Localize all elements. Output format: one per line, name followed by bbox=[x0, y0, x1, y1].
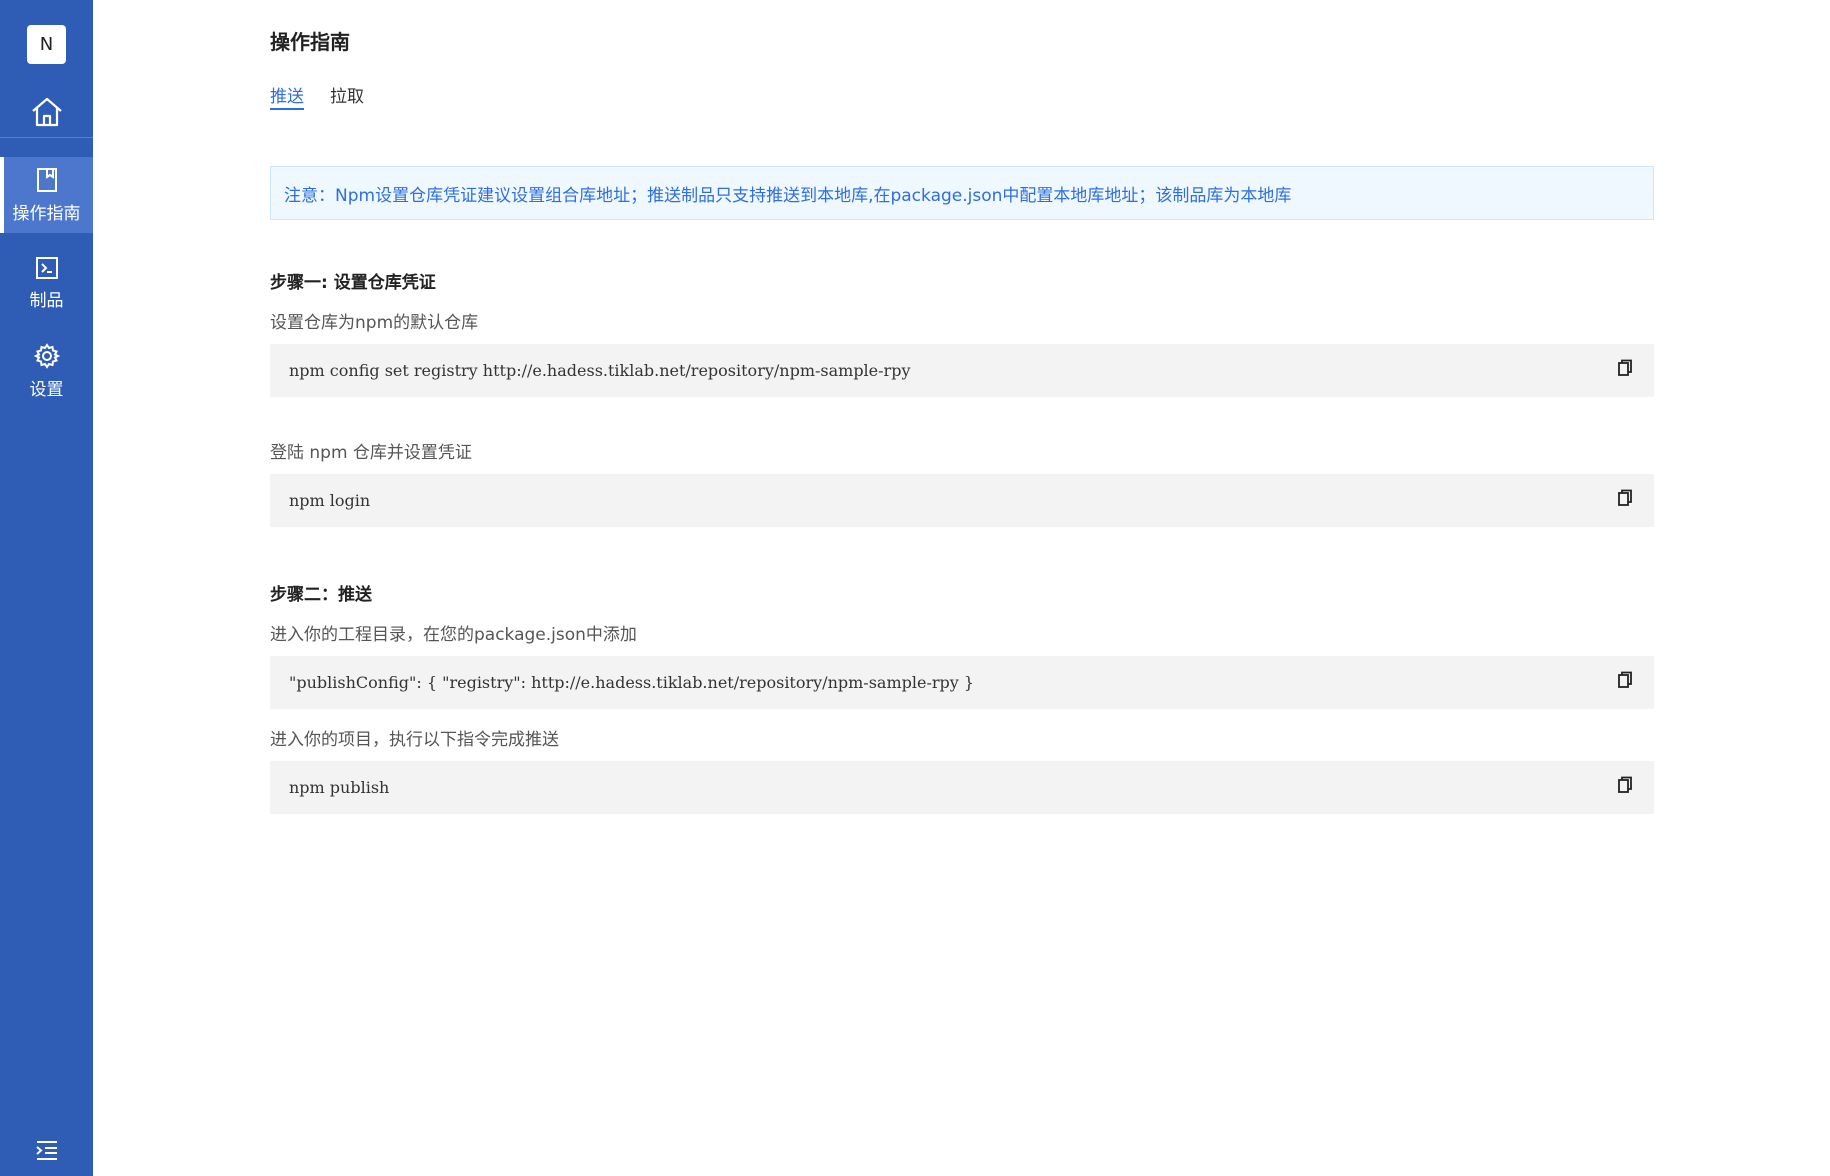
sidebar-item-label: 制品 bbox=[29, 290, 64, 311]
menu-collapse-icon bbox=[35, 1141, 57, 1160]
code-block-registry: npm config set registry http://e.hadess.… bbox=[270, 344, 1654, 397]
step1-desc-login: 登陆 npm 仓库并设置凭证 bbox=[270, 443, 472, 463]
collapse-sidebar-button[interactable] bbox=[0, 1134, 93, 1166]
sidebar-item-artifacts[interactable]: 制品 bbox=[0, 245, 93, 321]
copy-button[interactable] bbox=[1615, 774, 1635, 796]
tab-push[interactable]: 推送 bbox=[270, 82, 304, 110]
step1-desc-registry: 设置仓库为npm的默认仓库 bbox=[270, 313, 479, 333]
step2-desc-publish: 进入你的项目，执行以下指令完成推送 bbox=[270, 730, 559, 750]
page-title: 操作指南 bbox=[270, 30, 350, 54]
copy-button[interactable] bbox=[1615, 669, 1635, 691]
copy-icon bbox=[1618, 489, 1632, 506]
sidebar-item-settings[interactable]: 设置 bbox=[0, 333, 93, 409]
home-icon bbox=[31, 97, 62, 127]
tab-pull[interactable]: 拉取 bbox=[330, 82, 364, 107]
logo-letter: N bbox=[39, 34, 54, 55]
step2-desc-config: 进入你的工程目录，在您的package.json中添加 bbox=[270, 625, 637, 645]
copy-icon bbox=[1618, 359, 1632, 376]
copy-icon bbox=[1618, 671, 1632, 688]
copy-icon bbox=[1618, 776, 1632, 793]
step2-title: 步骤二：推送 bbox=[270, 585, 372, 605]
sidebar-divider bbox=[0, 137, 93, 138]
sidebar-item-guide[interactable]: 操作指南 bbox=[0, 157, 93, 233]
notice-banner: 注意：Npm设置仓库凭证建议设置组合库地址；推送制品只支持推送到本地库,在pac… bbox=[270, 166, 1654, 220]
code-text: npm login bbox=[289, 491, 371, 510]
code-block-login: npm login bbox=[270, 474, 1654, 527]
notice-text: 注意：Npm设置仓库凭证建议设置组合库地址；推送制品只支持推送到本地库,在pac… bbox=[284, 185, 1292, 206]
sidebar: N 操作指南 制品 设置 bbox=[0, 0, 93, 1176]
code-block-publish-config: "publishConfig": { "registry": http://e.… bbox=[270, 656, 1654, 709]
gear-icon bbox=[33, 342, 60, 369]
code-text: "publishConfig": { "registry": http://e.… bbox=[289, 673, 975, 692]
copy-button[interactable] bbox=[1615, 487, 1635, 509]
terminal-icon bbox=[35, 256, 58, 279]
sidebar-item-label: 操作指南 bbox=[12, 203, 81, 224]
step1-title: 步骤一: 设置仓库凭证 bbox=[270, 273, 436, 293]
copy-button[interactable] bbox=[1615, 357, 1635, 379]
sidebar-item-label: 设置 bbox=[29, 379, 64, 400]
code-block-publish: npm publish bbox=[270, 761, 1654, 814]
app-logo[interactable]: N bbox=[27, 25, 66, 64]
book-icon bbox=[36, 167, 57, 192]
code-text: npm config set registry http://e.hadess.… bbox=[289, 361, 911, 380]
home-button[interactable] bbox=[0, 88, 93, 136]
code-text: npm publish bbox=[289, 778, 390, 797]
